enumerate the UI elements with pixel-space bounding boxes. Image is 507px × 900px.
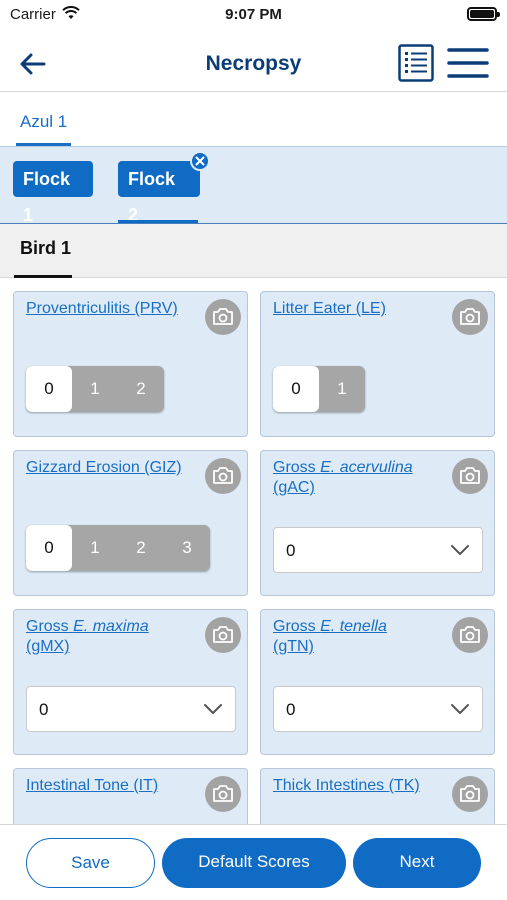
camera-icon[interactable] bbox=[452, 617, 488, 653]
score-card-giz: Gizzard Erosion (GIZ) 0 1 2 3 bbox=[13, 450, 248, 596]
action-bar: Save Default Scores Next bbox=[0, 824, 507, 900]
score-card-prv: Proventriculitis (PRV) 0 1 2 bbox=[13, 291, 248, 437]
score-option[interactable]: 0 bbox=[26, 525, 72, 571]
score-title-prefix: Gross bbox=[273, 618, 321, 635]
score-card-tk: Thick Intestines (TK) bbox=[260, 768, 495, 824]
chevron-down-icon bbox=[451, 545, 469, 555]
tab-flock-1[interactable]: Flock 1 bbox=[13, 161, 93, 225]
camera-icon[interactable] bbox=[205, 617, 241, 653]
score-title-code: (gAC) bbox=[273, 479, 315, 496]
score-title-prefix: Gross bbox=[26, 618, 74, 635]
dropdown-value: 0 bbox=[286, 700, 296, 719]
score-dropdown[interactable]: 0 bbox=[273, 686, 483, 732]
score-grid: Proventriculitis (PRV) 0 1 2 Litter Eate… bbox=[0, 278, 507, 824]
score-title-species: E. tenella bbox=[320, 618, 387, 635]
tab-flock-2[interactable]: Flock 2 bbox=[118, 161, 200, 225]
status-bar: Carrier 9:07 PM bbox=[0, 0, 507, 30]
score-title[interactable]: Gross E. acervulina (gAC) bbox=[273, 458, 448, 498]
battery-icon bbox=[467, 7, 500, 21]
score-segmented-control: 0 1 2 bbox=[26, 366, 164, 412]
score-option[interactable]: 2 bbox=[118, 525, 164, 571]
clock: 9:07 PM bbox=[225, 6, 282, 23]
flock-tab-bar: Flock 1 Flock 2 bbox=[0, 146, 507, 225]
score-title-code: (gMX) bbox=[26, 638, 70, 655]
score-title[interactable]: Litter Eater (LE) bbox=[273, 299, 448, 319]
score-card-gmx: Gross E. maxima (gMX) 0 bbox=[13, 609, 248, 755]
score-card-gac: Gross E. acervulina (gAC) 0 bbox=[260, 450, 495, 596]
camera-icon[interactable] bbox=[452, 458, 488, 494]
chevron-down-icon bbox=[451, 704, 469, 714]
camera-icon[interactable] bbox=[205, 299, 241, 335]
tab-farm[interactable]: Azul 1 bbox=[16, 104, 72, 146]
score-dropdown[interactable]: 0 bbox=[26, 686, 236, 732]
tab-bird-1[interactable]: Bird 1 bbox=[14, 224, 72, 278]
score-option[interactable]: 0 bbox=[273, 366, 319, 412]
close-icon[interactable] bbox=[190, 151, 210, 171]
score-option[interactable]: 3 bbox=[164, 525, 210, 571]
score-option[interactable]: 1 bbox=[72, 366, 118, 412]
score-title-species: E. maxima bbox=[73, 618, 149, 635]
tab-bird-label: Bird 1 bbox=[20, 238, 72, 258]
score-title[interactable]: Gizzard Erosion (GIZ) bbox=[26, 458, 201, 478]
score-option[interactable]: 0 bbox=[26, 366, 72, 412]
bird-tab-bar: Bird 1 bbox=[0, 224, 507, 278]
dropdown-value: 0 bbox=[39, 700, 49, 719]
next-button[interactable]: Next bbox=[353, 838, 481, 888]
camera-icon[interactable] bbox=[205, 458, 241, 494]
tab-farm-label: Azul 1 bbox=[20, 112, 68, 131]
score-card-it: Intestinal Tone (IT) bbox=[13, 768, 248, 824]
score-dropdown[interactable]: 0 bbox=[273, 527, 483, 573]
score-option[interactable]: 1 bbox=[319, 366, 365, 412]
score-title-code: (gTN) bbox=[273, 638, 314, 655]
hamburger-menu-icon[interactable] bbox=[446, 46, 490, 80]
chevron-down-icon bbox=[204, 704, 222, 714]
score-title-prefix: Gross bbox=[273, 459, 321, 476]
score-title[interactable]: Proventriculitis (PRV) bbox=[26, 299, 201, 319]
score-segmented-control: 0 1 bbox=[273, 366, 365, 412]
score-card-le: Litter Eater (LE) 0 1 bbox=[260, 291, 495, 437]
tab-indicator bbox=[118, 220, 198, 223]
list-icon[interactable] bbox=[398, 44, 434, 82]
camera-icon[interactable] bbox=[452, 776, 488, 812]
score-title[interactable]: Intestinal Tone (IT) bbox=[26, 776, 201, 796]
nav-bar: Necropsy bbox=[0, 32, 507, 92]
score-title[interactable]: Gross E. maxima (gMX) bbox=[26, 617, 201, 657]
score-option[interactable]: 1 bbox=[72, 525, 118, 571]
score-segmented-control: 0 1 2 3 bbox=[26, 525, 210, 571]
camera-icon[interactable] bbox=[205, 776, 241, 812]
camera-icon[interactable] bbox=[452, 299, 488, 335]
dropdown-value: 0 bbox=[286, 541, 296, 560]
score-title[interactable]: Thick Intestines (TK) bbox=[273, 776, 448, 796]
score-title[interactable]: Gross E. tenella (gTN) bbox=[273, 617, 448, 657]
score-title-species: E. acervulina bbox=[320, 459, 413, 476]
score-card-gtn: Gross E. tenella (gTN) 0 bbox=[260, 609, 495, 755]
default-scores-button[interactable]: Default Scores bbox=[162, 838, 346, 888]
score-option[interactable]: 2 bbox=[118, 366, 164, 412]
save-button[interactable]: Save bbox=[26, 838, 155, 888]
